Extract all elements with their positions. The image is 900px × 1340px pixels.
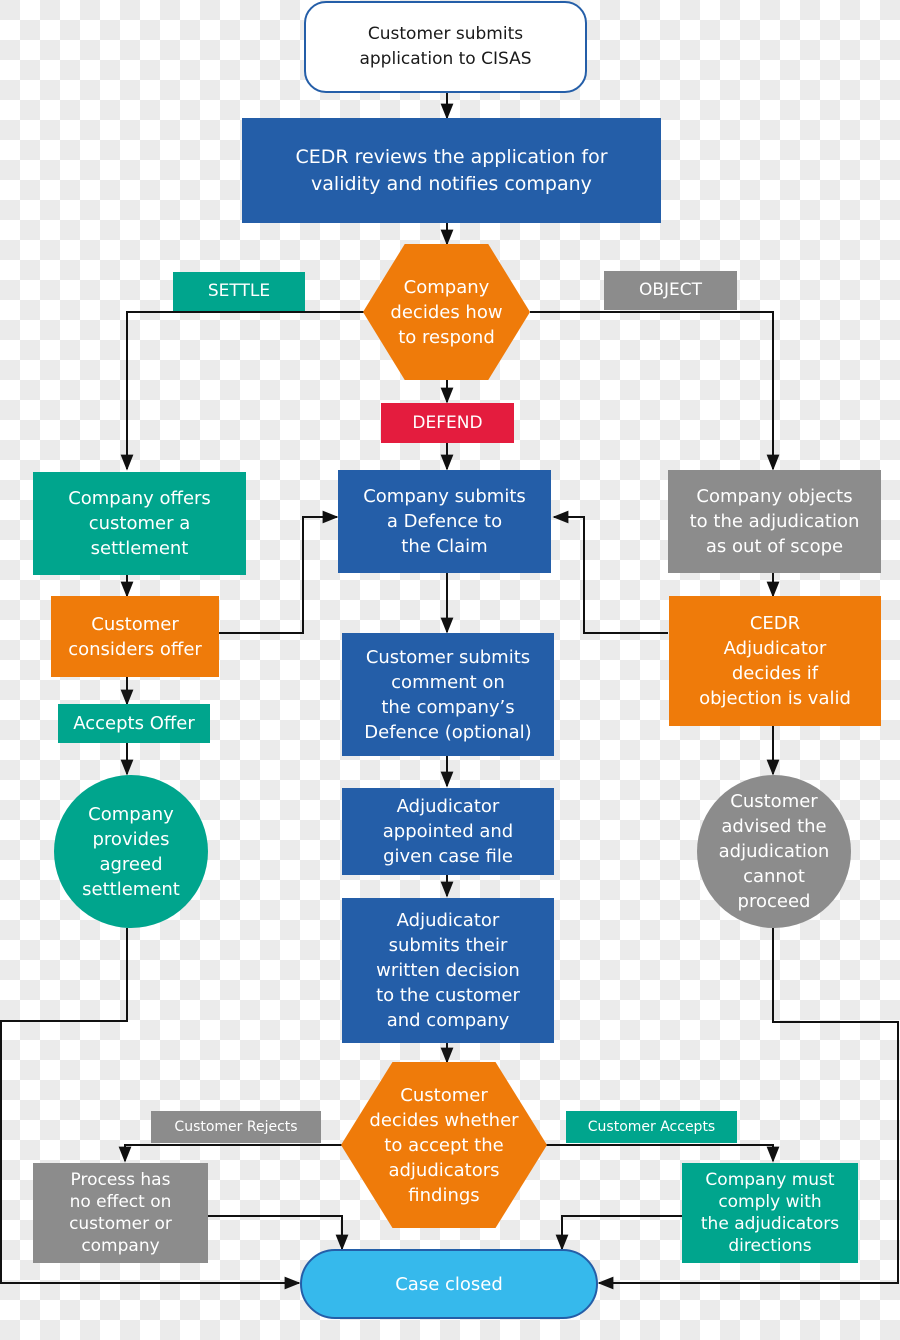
customer-rejects-label: Customer Rejects (151, 1111, 321, 1143)
adjudicator-decision-node: Adjudicator submits their written decisi… (342, 898, 554, 1043)
edge-decide-to-offer (120, 311, 365, 471)
defend-label: DEFEND (381, 403, 514, 443)
company-offers-node: Company offers customer a settlement (33, 472, 246, 575)
customer-considers-node: Customer considers offer (51, 596, 219, 677)
edge-comply-to-closed (555, 1215, 683, 1251)
object-label: OBJECT (604, 271, 737, 310)
company-provides-node: Company provides agreed settlement (54, 775, 208, 928)
customer-advised-node: Customer advised the adjudication cannot… (697, 775, 851, 928)
edge-no-effect-to-closed (208, 1215, 349, 1251)
company-defence-node: Company submits a Defence to the Claim (338, 470, 551, 573)
edge-decide-to-object (530, 311, 780, 471)
edge-decides-to-comply (545, 1144, 780, 1163)
accepts-offer-label: Accepts Offer (58, 704, 210, 743)
company-must-comply-node: Company must comply with the adjudicator… (682, 1163, 858, 1263)
company-objects-node: Company objects to the adjudication as o… (668, 470, 881, 573)
edge-decides-to-no-effect (118, 1144, 344, 1163)
customer-comment-node: Customer submits comment on the company’… (342, 633, 554, 756)
cedr-review-node: CEDR reviews the application for validit… (242, 118, 661, 223)
settle-label: SETTLE (173, 272, 305, 311)
case-closed-node: Case closed (300, 1249, 598, 1319)
start-node: Customer submits application to CISAS (304, 1, 587, 93)
edge-objection-to-defence (552, 510, 668, 634)
cedr-adjudicator-node: CEDR Adjudicator decides if objection is… (669, 596, 881, 726)
process-no-effect-node: Process has no effect on customer or com… (33, 1163, 208, 1263)
adjudicator-appointed-node: Adjudicator appointed and given case fil… (342, 788, 554, 875)
customer-accepts-label: Customer Accepts (566, 1111, 737, 1143)
